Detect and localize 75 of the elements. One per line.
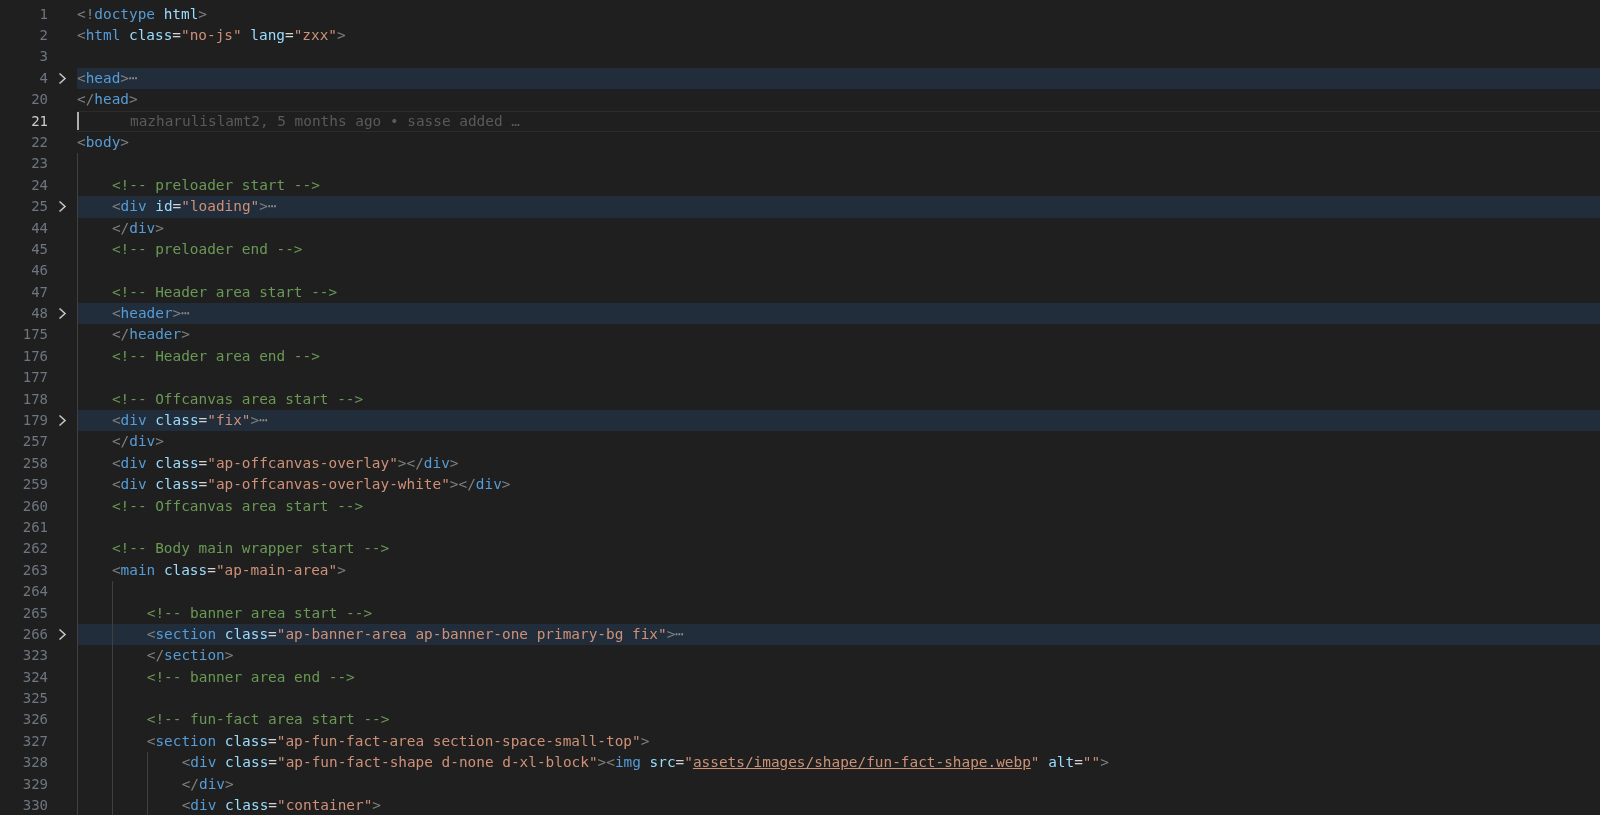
code-line: <!-- banner area start --> xyxy=(146,603,373,623)
code-line: <div id="loading">⋯ xyxy=(111,197,277,217)
line-number: 259 xyxy=(21,475,48,495)
code-line: <!-- Body main wrapper start --> xyxy=(111,539,390,559)
code-line: <!-- preloader start --> xyxy=(111,175,320,195)
line-number: 45 xyxy=(30,239,48,259)
line-number: 263 xyxy=(21,560,48,580)
code-line: <!-- Offcanvas area start --> xyxy=(111,389,364,409)
code-line: <div class="ap-offcanvas-overlay"></div> xyxy=(111,453,459,473)
line-number: 21 xyxy=(30,111,48,131)
fold-chevron-icon[interactable] xyxy=(58,307,67,321)
line-number: 3 xyxy=(38,47,48,67)
line-number: 328 xyxy=(21,753,48,773)
line-number: 324 xyxy=(21,667,48,687)
line-number: 330 xyxy=(21,796,48,815)
line-number: 1 xyxy=(38,4,48,24)
code-line: <!-- banner area end --> xyxy=(146,667,355,687)
code-line: </head> xyxy=(77,90,138,110)
line-number: 325 xyxy=(21,689,48,709)
blame-annotation: mazharulislamt2, 5 months ago • sasse added … xyxy=(130,111,520,131)
line-number: 329 xyxy=(21,774,48,794)
line-number: 22 xyxy=(30,132,48,152)
line-number: 177 xyxy=(21,368,48,388)
line-number: 175 xyxy=(21,325,48,345)
code-line: <!doctype html> xyxy=(77,4,207,24)
line-number: 264 xyxy=(21,582,48,602)
text-cursor xyxy=(77,112,79,131)
line-number: 326 xyxy=(21,710,48,730)
line-number: 258 xyxy=(21,453,48,473)
line-number: 179 xyxy=(21,411,48,430)
code-line: <div class="container"> xyxy=(181,796,381,815)
line-number: 44 xyxy=(30,218,48,238)
line-number: 47 xyxy=(30,282,48,302)
line-number: 265 xyxy=(21,603,48,623)
code-line: <section class="ap-banner-area ap-banner-one primary-bg fix">⋯ xyxy=(146,624,684,644)
line-number: 178 xyxy=(21,389,48,409)
code-line: </div> xyxy=(181,774,234,794)
line-number: 261 xyxy=(21,517,48,537)
code-line: <!-- preloader end --> xyxy=(111,239,303,259)
line-number: 323 xyxy=(21,646,48,666)
line-number: 24 xyxy=(30,175,48,195)
code-line: <head>⋯ xyxy=(77,68,138,88)
code-line: <body> xyxy=(77,132,129,152)
fold-chevron-icon[interactable] xyxy=(58,414,67,428)
line-number: 46 xyxy=(30,261,48,281)
line-number: 260 xyxy=(21,496,48,516)
code-line: <!-- Header area start --> xyxy=(111,282,338,302)
fold-chevron-icon[interactable] xyxy=(58,200,67,214)
line-number: 25 xyxy=(30,197,48,217)
fold-chevron-icon[interactable] xyxy=(58,71,67,85)
line-number: 176 xyxy=(21,346,48,366)
code-line: <header>⋯ xyxy=(111,304,190,324)
code-line: <!-- Header area end --> xyxy=(111,346,320,366)
line-number: 257 xyxy=(21,432,48,452)
fold-chevron-icon[interactable] xyxy=(58,628,67,642)
code-line: </header> xyxy=(111,325,190,345)
line-number: 48 xyxy=(30,304,48,324)
line-number: 327 xyxy=(21,731,48,751)
code-line: <!-- Offcanvas area start --> xyxy=(111,496,364,516)
code-line: <!-- fun-fact area start --> xyxy=(146,710,390,730)
line-number: 2 xyxy=(38,26,48,45)
line-number: 23 xyxy=(30,154,48,174)
code-line: <div class="ap-fun-fact-shape d-none d-xl-block"><img src="assets/images/shape/fun-fact-shape.webp" alt=""> xyxy=(181,753,1109,773)
code-line: <div class="fix">⋯ xyxy=(111,411,268,430)
line-number: 20 xyxy=(30,90,48,110)
code-line: <section class="ap-fun-fact-area section-space-small-top"> xyxy=(146,731,650,751)
line-number: 266 xyxy=(21,624,48,644)
code-line: <html class="no-js" lang="zxx"> xyxy=(77,26,346,45)
code-line: <main class="ap-main-area"> xyxy=(111,560,346,580)
line-number: 262 xyxy=(21,539,48,559)
code-line: </section> xyxy=(146,646,234,666)
code-line: </div> xyxy=(111,218,164,238)
code-line: </div> xyxy=(111,432,164,452)
code-line: <div class="ap-offcanvas-overlay-white"></div> xyxy=(111,475,511,495)
line-number: 4 xyxy=(38,68,48,88)
